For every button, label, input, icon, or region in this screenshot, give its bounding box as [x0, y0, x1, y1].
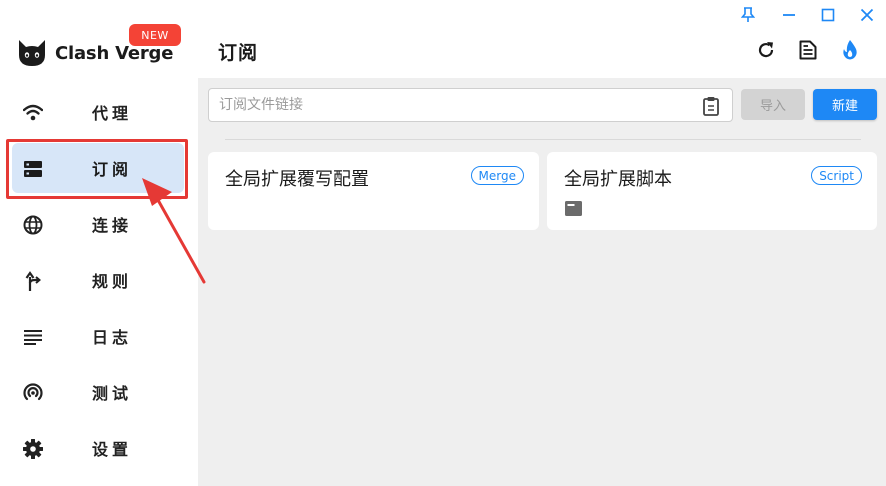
subscription-url-field[interactable]	[208, 88, 733, 122]
sidebar-item-logs[interactable]: 日志	[12, 311, 184, 361]
subscription-url-input[interactable]	[219, 89, 699, 121]
minimize-icon[interactable]	[779, 5, 799, 25]
globe-icon	[22, 214, 44, 236]
profile-card-script[interactable]: 全局扩展脚本 Script	[547, 152, 877, 230]
card-type-badge: Script	[811, 166, 862, 185]
card-title: 全局扩展覆写配置	[225, 169, 369, 190]
card-title: 全局扩展脚本	[564, 169, 672, 190]
radar-icon	[22, 382, 44, 404]
close-icon[interactable]	[857, 5, 877, 25]
sidebar-item-label: 测试	[92, 384, 133, 403]
sidebar-item-settings[interactable]: 设置	[12, 423, 184, 473]
fork-arrow-icon	[22, 270, 44, 292]
sidebar-item-label: 设置	[92, 440, 133, 459]
document-icon[interactable]	[797, 39, 819, 61]
sidebar-item-label: 日志	[92, 328, 133, 347]
profile-card-merge[interactable]: 全局扩展覆写配置 Merge	[208, 152, 539, 230]
divider	[225, 139, 861, 140]
maximize-icon[interactable]	[818, 5, 838, 25]
sidebar-item-label: 代理	[92, 104, 133, 123]
import-button[interactable]: 导入	[741, 89, 805, 120]
card-type-badge: Merge	[470, 166, 524, 185]
sidebar-item-test[interactable]: 测试	[12, 367, 184, 417]
clipboard-paste-icon[interactable]	[702, 96, 720, 116]
cat-logo-icon	[19, 40, 45, 66]
sidebar-item-label: 规则	[92, 272, 133, 291]
sidebar-item-label: 连接	[92, 216, 133, 235]
new-badge: NEW	[129, 24, 181, 46]
list-lines-icon	[22, 326, 44, 348]
new-button[interactable]: 新建	[813, 89, 877, 120]
wifi-icon	[22, 102, 44, 124]
page-title: 订阅	[218, 42, 259, 64]
gear-icon	[22, 438, 44, 460]
pin-icon[interactable]	[738, 5, 758, 25]
sidebar-item-proxy[interactable]: 代理	[12, 87, 184, 137]
refresh-icon[interactable]	[755, 39, 777, 61]
flame-icon[interactable]	[839, 39, 861, 61]
annotation-arrow	[142, 178, 206, 284]
folder-icon	[565, 201, 582, 216]
